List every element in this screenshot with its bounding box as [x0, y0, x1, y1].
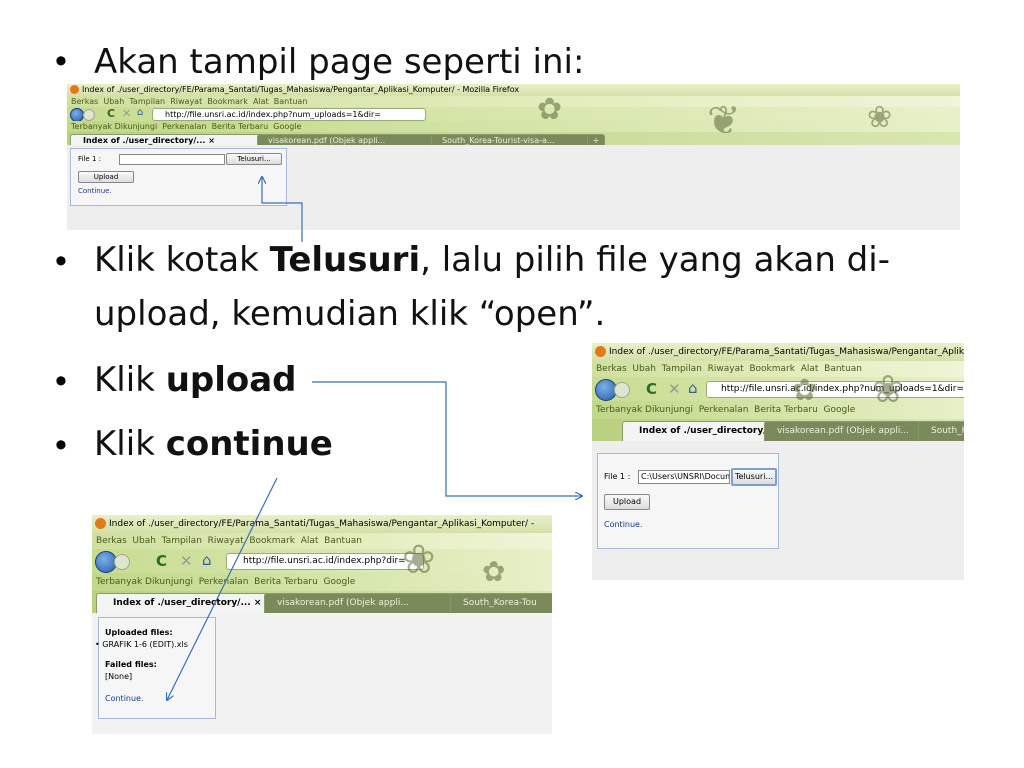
arrow-upload-to-form	[312, 381, 582, 496]
arrow-to-browse-button	[262, 177, 303, 242]
arrow-continue-to-result	[167, 477, 278, 700]
connector-arrows	[0, 0, 1024, 768]
